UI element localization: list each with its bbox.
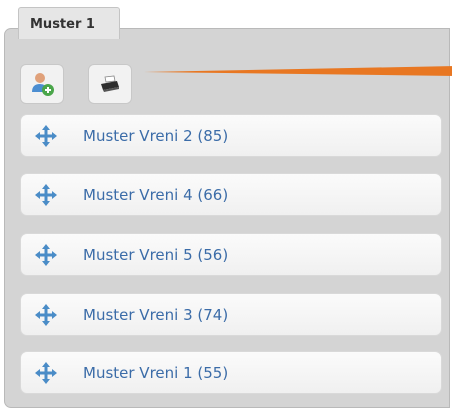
list-item[interactable]: Muster Vreni 2 (85) (20, 114, 442, 157)
list-item[interactable]: Muster Vreni 5 (56) (20, 233, 442, 276)
move-icon (35, 304, 57, 326)
item-label: Muster Vreni 5 (56) (83, 246, 229, 264)
print-icon (101, 75, 119, 92)
move-icon (35, 362, 57, 384)
item-label: Muster Vreni 4 (66) (83, 186, 229, 204)
add-user-button[interactable] (20, 64, 64, 104)
move-icon (35, 184, 57, 206)
item-label: Muster Vreni 1 (55) (83, 364, 229, 382)
move-icon (35, 125, 57, 147)
list-item[interactable]: Muster Vreni 1 (55) (20, 351, 442, 394)
add-user-icon (32, 73, 54, 96)
print-button[interactable] (88, 64, 132, 104)
tab-label: Muster 1 (30, 17, 95, 32)
list-item[interactable]: Muster Vreni 4 (66) (20, 173, 442, 216)
callout-line (144, 66, 452, 76)
move-icon (35, 244, 57, 266)
item-label: Muster Vreni 3 (74) (83, 306, 229, 324)
tab-muster-1[interactable]: Muster 1 (18, 7, 120, 39)
item-label: Muster Vreni 2 (85) (83, 127, 229, 145)
list-item[interactable]: Muster Vreni 3 (74) (20, 293, 442, 336)
